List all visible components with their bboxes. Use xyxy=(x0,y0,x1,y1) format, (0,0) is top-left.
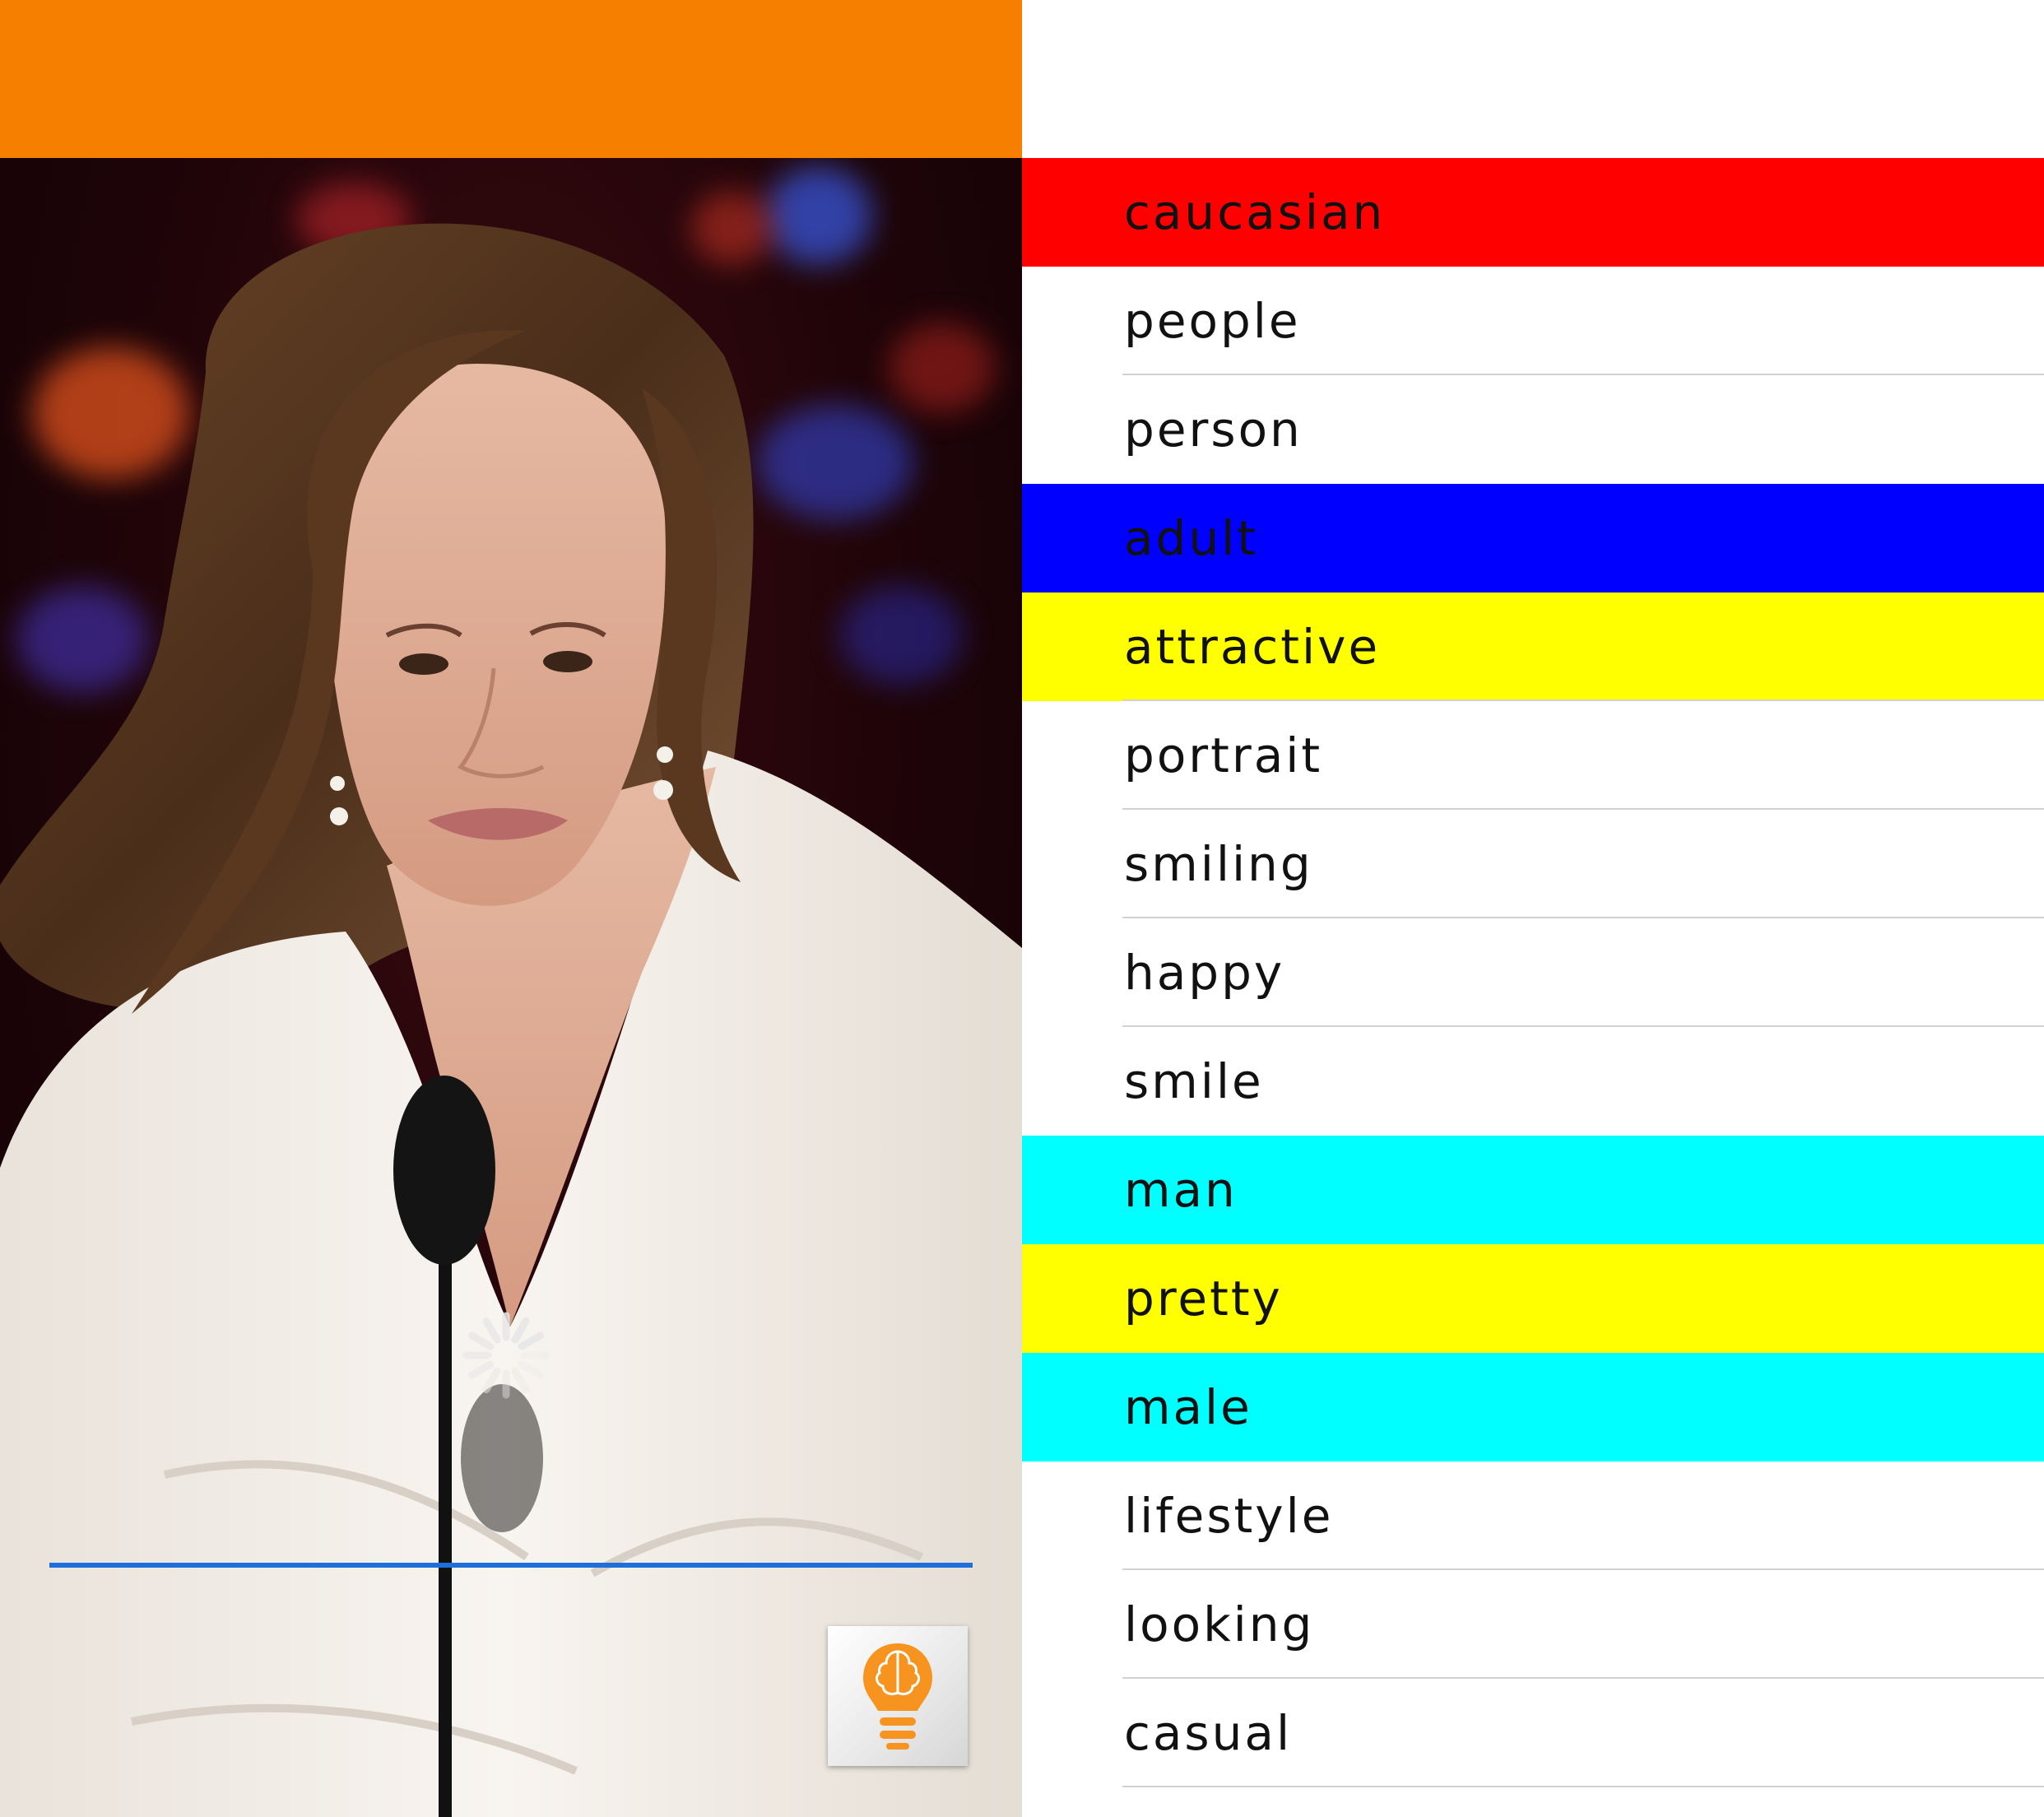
spinner-tick xyxy=(482,1367,501,1394)
tag-row-man[interactable]: man xyxy=(1022,1136,2044,1244)
row-divider xyxy=(1122,1786,2044,1787)
tag-row-portrait[interactable]: portrait xyxy=(1022,701,2044,810)
tag-label: caucasian xyxy=(1124,184,1386,240)
tag-row-people[interactable]: people xyxy=(1022,267,2044,375)
tag-label: casual xyxy=(1124,1705,1293,1761)
progress-line xyxy=(49,1563,973,1568)
tag-row-casual[interactable]: casual xyxy=(1022,1679,2044,1787)
tag-row-happy[interactable]: happy xyxy=(1022,918,2044,1027)
tag-label: adult xyxy=(1124,510,1258,566)
tag-label: smile xyxy=(1124,1053,1264,1109)
tag-label: people xyxy=(1124,293,1301,349)
tag-row-caucasian[interactable]: caucasian xyxy=(1022,158,2044,267)
tag-row-looking[interactable]: looking xyxy=(1022,1570,2044,1679)
tag-label: attractive xyxy=(1124,619,1381,675)
app-root: caucasian people person adult attractive port… xyxy=(0,0,2044,1817)
tag-label: man xyxy=(1124,1162,1238,1218)
spinner-tick xyxy=(518,1360,545,1379)
tag-row-person[interactable]: person xyxy=(1022,375,2044,484)
spinner-tick xyxy=(511,1367,530,1394)
loading-spinner-icon xyxy=(462,1312,550,1399)
tag-row-smile[interactable]: smile xyxy=(1022,1027,2044,1136)
tag-label: happy xyxy=(1124,945,1285,1001)
tag-label: male xyxy=(1124,1379,1252,1435)
spinner-tick xyxy=(467,1331,495,1350)
tag-label: lifestyle xyxy=(1124,1488,1334,1544)
tag-row-attractive[interactable]: attractive xyxy=(1022,592,2044,701)
top-bar xyxy=(0,0,1022,158)
person-figure xyxy=(0,223,1022,1817)
app-logo-badge[interactable] xyxy=(828,1626,968,1766)
tag-row-lifestyle[interactable]: lifestyle xyxy=(1022,1462,2044,1570)
image-pane xyxy=(0,0,1022,1817)
tag-row-pretty[interactable]: pretty xyxy=(1022,1244,2044,1353)
tag-label: pretty xyxy=(1124,1271,1283,1327)
spinner-tick xyxy=(467,1360,495,1379)
tag-label: smiling xyxy=(1124,836,1313,892)
tag-row-smiling[interactable]: smiling xyxy=(1022,810,2044,918)
photo-speaker-at-microphone xyxy=(0,158,1022,1817)
lightbulb-brain-icon xyxy=(863,1643,932,1750)
tag-row-male[interactable]: male xyxy=(1022,1353,2044,1462)
tag-list: caucasian people person adult attractive port… xyxy=(1022,158,2044,1817)
spinner-tick xyxy=(511,1317,530,1344)
tag-label: portrait xyxy=(1124,727,1323,783)
tag-label: person xyxy=(1124,402,1303,458)
spinner-tick xyxy=(518,1331,545,1350)
tag-row-adult[interactable]: adult xyxy=(1022,484,2044,592)
tag-label: looking xyxy=(1124,1596,1315,1652)
spinner-tick xyxy=(482,1317,501,1344)
